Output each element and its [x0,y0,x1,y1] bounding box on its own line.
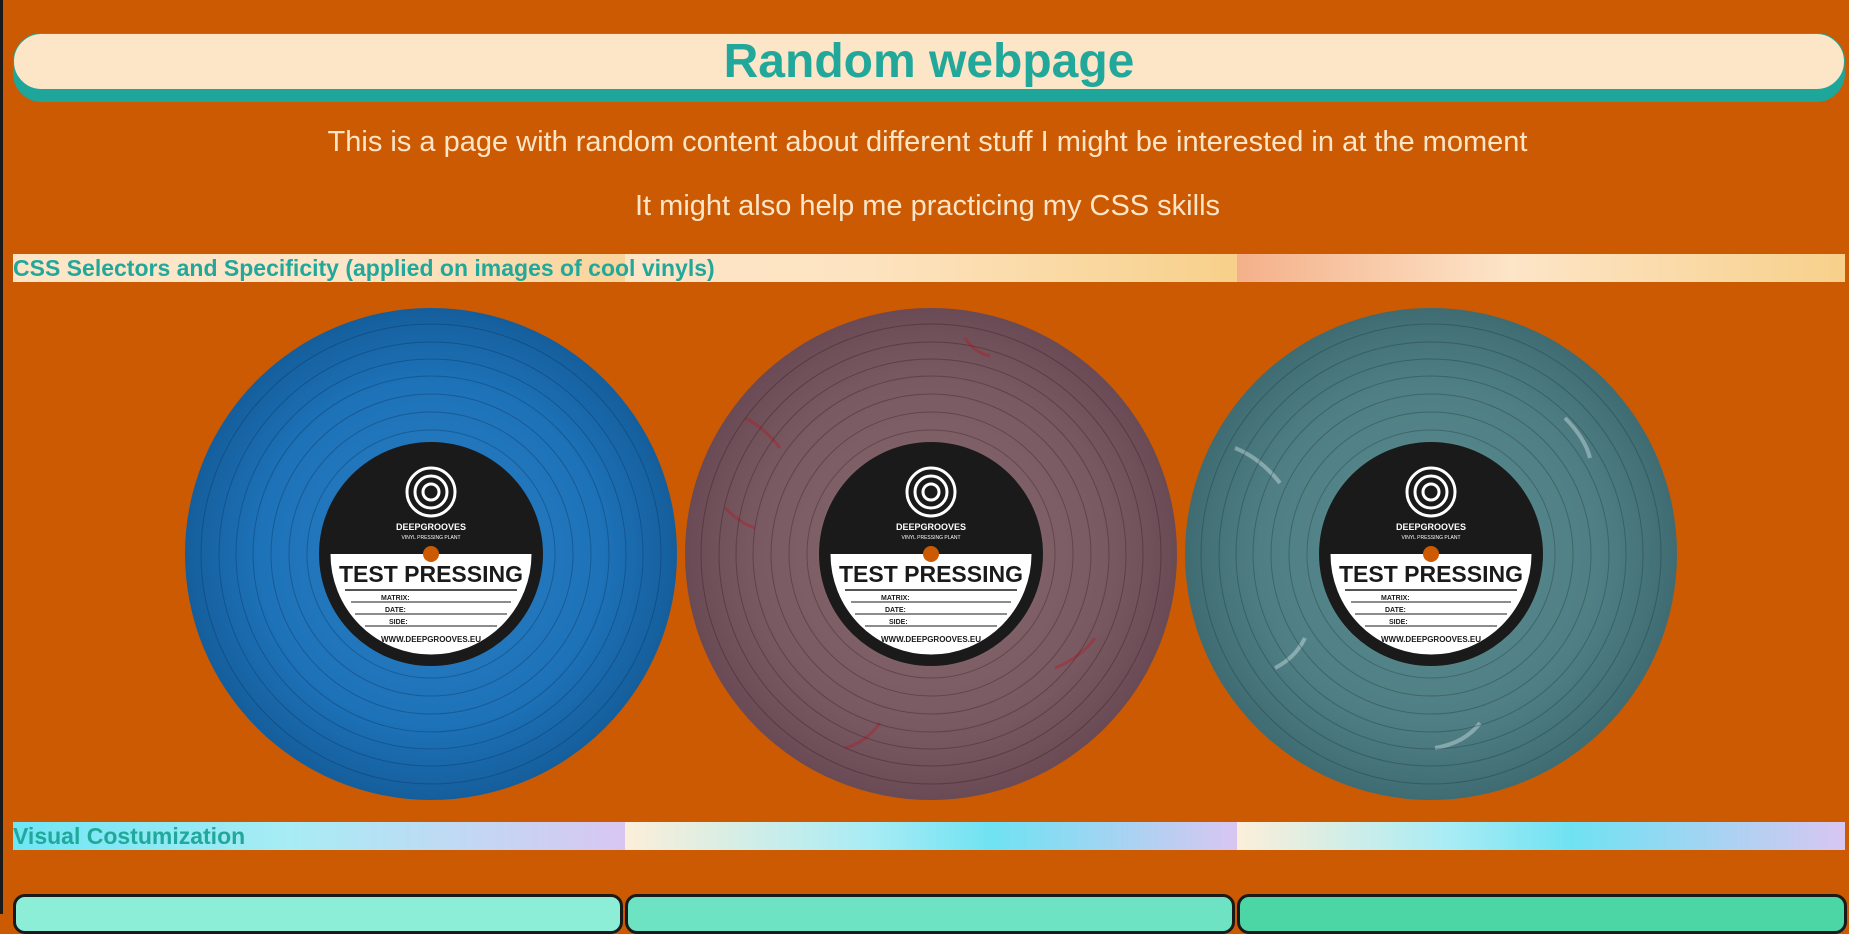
label-title: TEST PRESSING [839,561,1023,587]
content-card [13,894,623,934]
vinyl-image-blue: DEEPGROOVES VINYL PRESSING PLANT TEST PR… [185,308,677,800]
label-sub: VINYL PRESSING PLANT [1402,535,1461,541]
vinyl-image-red-gray: DEEPGROOVES VINYL PRESSING PLANT TEST PR… [685,308,1177,800]
intro-subtext: It might also help me practicing my CSS … [634,190,1221,222]
label-matrix: MATRIX: [1381,595,1410,602]
section-bar-segment [625,254,1237,282]
label-url: WWW.DEEPGROOVES.EU [381,635,481,644]
label-brand: DEEPGROOVES [396,522,466,532]
label-title: TEST PRESSING [339,561,523,587]
page-title: Random webpage [723,34,1135,88]
section-bar-segment [1237,822,1845,850]
spindle-hole [1423,546,1439,562]
label-url: WWW.DEEPGROOVES.EU [1381,635,1481,644]
label-date: DATE: [1385,607,1406,614]
section-css-selectors: CSS Selectors and Specificity (applied o… [13,254,1845,282]
section-bar-segment [625,822,1237,850]
page-header: Random webpage [13,33,1845,90]
section-visual-customization: Visual Costumization [13,822,1845,850]
vinyl-image-teal: DEEPGROOVES VINYL PRESSING PLANT TEST PR… [1185,308,1677,800]
label-side: SIDE: [1389,619,1408,626]
label-sub: VINYL PRESSING PLANT [902,535,961,541]
spindle-hole [923,546,939,562]
label-brand: DEEPGROOVES [1396,522,1466,532]
label-url: WWW.DEEPGROOVES.EU [881,635,981,644]
content-card [1237,894,1847,934]
label-matrix: MATRIX: [881,595,910,602]
label-brand: DEEPGROOVES [896,522,966,532]
label-side: SIDE: [889,619,908,626]
section-bar-segment [1237,254,1845,282]
content-card [625,894,1235,934]
spindle-hole [423,546,439,562]
section-heading-visual: Visual Costumization [13,822,246,849]
label-title: TEST PRESSING [1339,561,1523,587]
section-heading-css: CSS Selectors and Specificity (applied o… [13,254,715,281]
label-date: DATE: [885,607,906,614]
intro-text: This is a page with random content about… [327,126,1528,158]
label-sub: VINYL PRESSING PLANT [402,535,461,541]
label-side: SIDE: [389,619,408,626]
label-date: DATE: [385,607,406,614]
label-matrix: MATRIX: [381,595,410,602]
